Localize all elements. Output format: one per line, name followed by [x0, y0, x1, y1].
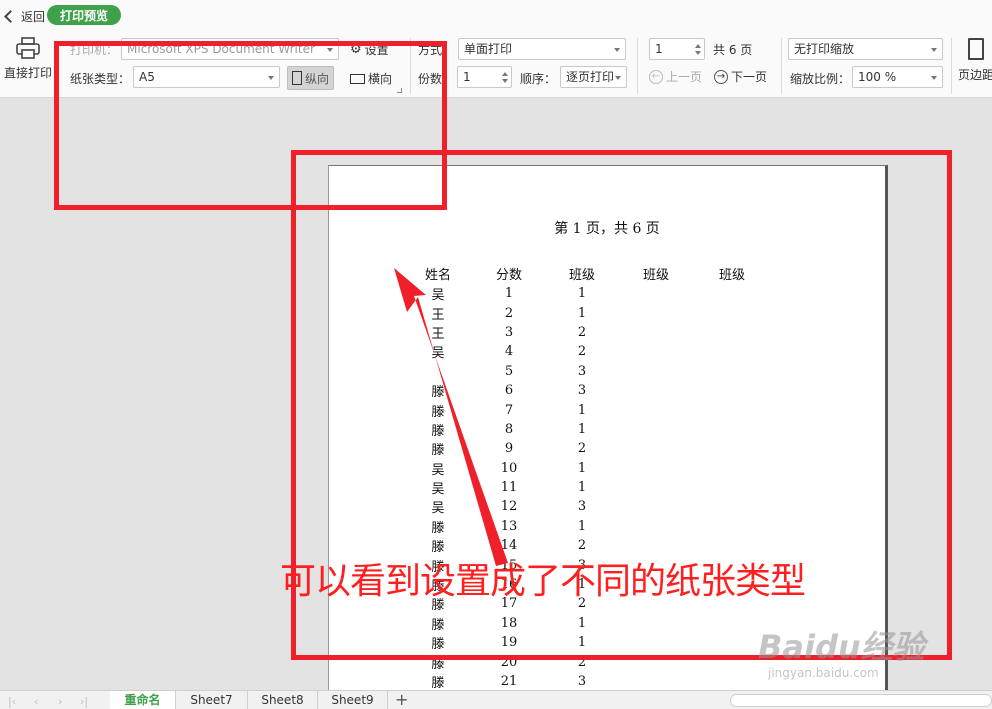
mode-value: 单面打印 [464, 42, 513, 56]
page-number-stepper[interactable]: 1 [649, 38, 705, 60]
watermark-url: jingyan.baidu.com [768, 666, 879, 680]
total-pages-label: 共 6 页 [713, 43, 753, 57]
page-margin-button[interactable]: 页边距 [958, 38, 992, 83]
sheet-tab[interactable]: Sheet9 [318, 691, 388, 709]
table-cell: 3 [577, 674, 587, 689]
order-value: 逐页打印 [566, 70, 615, 84]
add-sheet-button[interactable]: + [395, 690, 408, 709]
table-cell [618, 672, 694, 691]
copies-stepper[interactable]: 1 [457, 66, 512, 88]
next-page-label: 下一页 [731, 70, 768, 84]
top-bar: 返回 打印预览 [0, 0, 992, 32]
chevron-down-icon [931, 48, 937, 52]
chevron-down-icon [931, 76, 937, 80]
sheet-tab[interactable]: 重命名 [110, 691, 176, 709]
horizontal-scrollbar[interactable] [730, 694, 992, 707]
sheet-tab[interactable]: Sheet8 [248, 691, 318, 709]
zoom-select[interactable]: 100 % [852, 66, 943, 88]
first-sheet-icon[interactable]: |‹ [8, 695, 16, 708]
mode-select[interactable]: 单面打印 [458, 38, 626, 60]
arrow-left-icon: ← [649, 69, 663, 84]
chevron-down-icon [614, 48, 620, 52]
next-page-button[interactable]: → 下一页 [714, 68, 767, 85]
table-cell: 21 [500, 674, 518, 689]
watermark-logo: Baidu经验 [758, 628, 925, 666]
table-row: 滕 21 3 [404, 672, 770, 691]
page-number-value: 1 [655, 42, 663, 56]
prev-page-label: 上一页 [666, 70, 703, 84]
sheet-tab[interactable]: Sheet7 [176, 691, 248, 709]
zoom-label: 缩放比例： [790, 72, 851, 86]
chevron-down-icon [615, 76, 621, 80]
annotation-caption: 可以看到设置成了不同的纸张类型 [280, 561, 806, 602]
stepper-up-icon[interactable] [695, 44, 701, 48]
order-label: 顺序： [520, 72, 557, 86]
page-margin-icon [968, 38, 984, 60]
table-cell [694, 672, 770, 691]
table-cell: 滕 [431, 676, 445, 691]
stepper-down-icon[interactable] [695, 51, 701, 55]
sheet-tab-bar: |‹ ‹ › ›| 重命名 Sheet7 Sheet8 Sheet9 + [0, 690, 992, 709]
order-select[interactable]: 逐页打印 [560, 66, 627, 88]
next-sheet-icon[interactable]: › [58, 695, 62, 708]
scaling-select[interactable]: 无打印缩放 [788, 38, 943, 60]
prev-sheet-icon[interactable]: ‹ [34, 695, 38, 708]
ribbon-divider [637, 38, 638, 94]
last-sheet-icon[interactable]: ›| [80, 695, 88, 708]
zoom-value: 100 % [858, 70, 897, 84]
direct-print-label: 直接打印 [3, 66, 52, 80]
arrow-right-icon: → [714, 69, 728, 84]
copies-value: 1 [463, 70, 471, 84]
chevron-left-icon [4, 9, 17, 23]
prev-page-button[interactable]: ← 上一页 [649, 68, 702, 85]
ribbon-divider [781, 38, 782, 94]
page-margin-label: 页边距 [958, 68, 992, 82]
ribbon-divider [951, 38, 952, 94]
stepper-down-icon[interactable] [502, 79, 508, 83]
direct-print-button[interactable]: 直接打印 [0, 36, 56, 88]
watermark: Baidu经验 jingyan.baidu.com [758, 622, 925, 680]
back-button[interactable]: 返回 [2, 6, 45, 26]
tab-print-preview[interactable]: 打印预览 [47, 5, 121, 25]
back-label: 返回 [21, 9, 46, 24]
scaling-value: 无打印缩放 [794, 42, 855, 56]
stepper-up-icon[interactable] [502, 72, 508, 76]
printer-icon [16, 37, 40, 59]
